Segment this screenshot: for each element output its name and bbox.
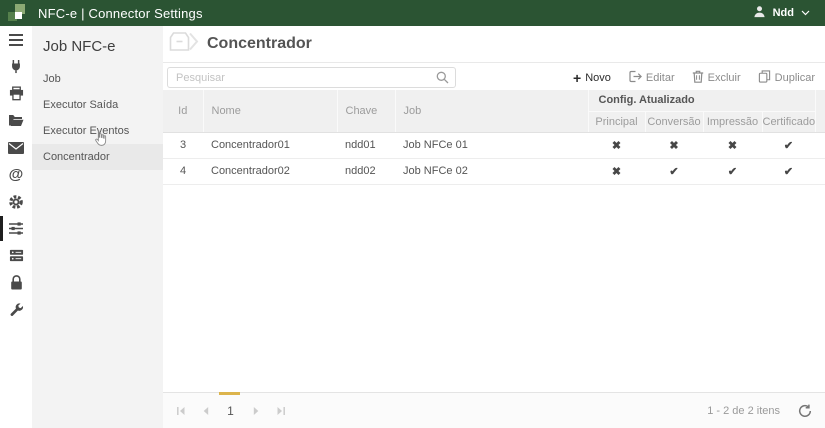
column-header-certificado[interactable]: Certificado (762, 111, 815, 132)
sidebar-title: Job NFC-e (32, 26, 163, 66)
cell-id: 4 (163, 158, 203, 184)
page-number[interactable]: 1 (218, 404, 243, 418)
column-header-id[interactable]: Id (163, 90, 203, 132)
novo-button[interactable]: + Novo (573, 72, 611, 84)
principal-mark: ✖ (588, 158, 645, 184)
user-name: Ndd (773, 7, 794, 19)
main-content: Concentrador + Novo Editar Excluir (163, 26, 825, 428)
search-icon[interactable] (436, 71, 449, 89)
cell-job: Job NFCe 02 (395, 158, 588, 184)
duplicar-button[interactable]: Duplicar (758, 70, 815, 86)
box-icon (168, 29, 199, 59)
certificado-mark: ✔ (762, 132, 815, 158)
impressao-mark: ✔ (703, 158, 762, 184)
pager-info: 1 - 2 de 2 itens (707, 405, 780, 417)
excluir-button[interactable]: Excluir (692, 70, 741, 86)
active-page-indicator (219, 392, 240, 395)
column-group-config-atualizado: Config. Atualizado (588, 90, 815, 111)
refresh-icon[interactable] (798, 404, 812, 418)
column-header-impressao[interactable]: Impressão (703, 111, 762, 132)
first-page-button[interactable] (168, 401, 193, 421)
pager: 1 1 - 2 de 2 itens (163, 392, 825, 428)
topbar: NFC-e | Connector Settings Ndd (0, 0, 825, 26)
conversao-mark: ✔ (645, 158, 703, 184)
user-icon (753, 5, 766, 21)
last-page-button[interactable] (268, 401, 293, 421)
certificado-mark: ✔ (762, 158, 815, 184)
editar-button[interactable]: Editar (628, 70, 675, 86)
table-row[interactable]: 4 Concentrador02 ndd02 Job NFCe 02 ✖ ✔ ✔… (163, 158, 825, 184)
search-box (167, 67, 456, 88)
module-sidebar: Job NFC-e Job Executor Saída Executor Ev… (32, 26, 163, 428)
menu-icon[interactable] (0, 26, 32, 53)
search-input[interactable] (167, 67, 456, 88)
chevron-down-icon (801, 7, 810, 19)
edit-icon (628, 70, 642, 86)
column-header-chave[interactable]: Chave (337, 90, 395, 132)
cell-filler (815, 132, 825, 158)
icon-sidebar: @ (0, 26, 32, 428)
cell-id: 3 (163, 132, 203, 158)
mail-icon[interactable] (0, 134, 32, 161)
wrench-icon[interactable] (0, 296, 32, 323)
header-filler (815, 90, 825, 132)
app-title: NFC-e | Connector Settings (38, 6, 203, 21)
column-header-job[interactable]: Job (395, 90, 588, 132)
conversao-mark: ✖ (645, 132, 703, 158)
user-menu[interactable]: Ndd (753, 5, 825, 21)
column-header-principal[interactable]: Principal (588, 111, 645, 132)
principal-mark: ✖ (588, 132, 645, 158)
pager-right: 1 - 2 de 2 itens (707, 404, 825, 418)
sidebar-item-job[interactable]: Job (32, 66, 163, 92)
pager-nav: 1 (163, 401, 293, 421)
impressao-mark: ✖ (703, 132, 762, 158)
cell-chave: ndd02 (337, 158, 395, 184)
cell-job: Job NFCe 01 (395, 132, 588, 158)
column-header-nome[interactable]: Nome (203, 90, 337, 132)
plug-icon[interactable] (0, 53, 32, 80)
trash-icon (692, 70, 704, 86)
sliders-icon[interactable] (0, 215, 32, 242)
folder-open-icon[interactable] (0, 107, 32, 134)
printer-icon[interactable] (0, 80, 32, 107)
server-icon[interactable] (0, 242, 32, 269)
previous-page-button[interactable] (193, 401, 218, 421)
header-group-row: Id Nome Chave Job Config. Atualizado (163, 90, 825, 111)
action-buttons: + Novo Editar Excluir Duplicar (573, 70, 815, 86)
concentrator-table: Id Nome Chave Job Config. Atualizado Pri… (163, 90, 825, 185)
content-header: Concentrador (163, 26, 825, 63)
cell-nome: Concentrador02 (203, 158, 337, 184)
next-page-button[interactable] (243, 401, 268, 421)
cell-nome: Concentrador01 (203, 132, 337, 158)
page-title: Concentrador (207, 35, 312, 53)
gear-icon[interactable] (0, 188, 32, 215)
lock-icon[interactable] (0, 269, 32, 296)
column-header-conversao[interactable]: Conversão (645, 111, 703, 132)
at-sign-icon[interactable]: @ (0, 161, 32, 188)
cell-chave: ndd01 (337, 132, 395, 158)
table-row[interactable]: 3 Concentrador01 ndd01 Job NFCe 01 ✖ ✖ ✖… (163, 132, 825, 158)
cell-filler (815, 158, 825, 184)
sidebar-item-executor-eventos[interactable]: Executor Eventos (32, 118, 163, 144)
plus-icon: + (573, 73, 581, 83)
app-logo-icon (7, 3, 28, 24)
sidebar-item-executor-saida[interactable]: Executor Saída (32, 92, 163, 118)
toolbar: + Novo Editar Excluir Duplicar (163, 63, 825, 90)
copy-icon (758, 70, 771, 86)
sidebar-item-concentrador[interactable]: Concentrador (32, 144, 163, 170)
